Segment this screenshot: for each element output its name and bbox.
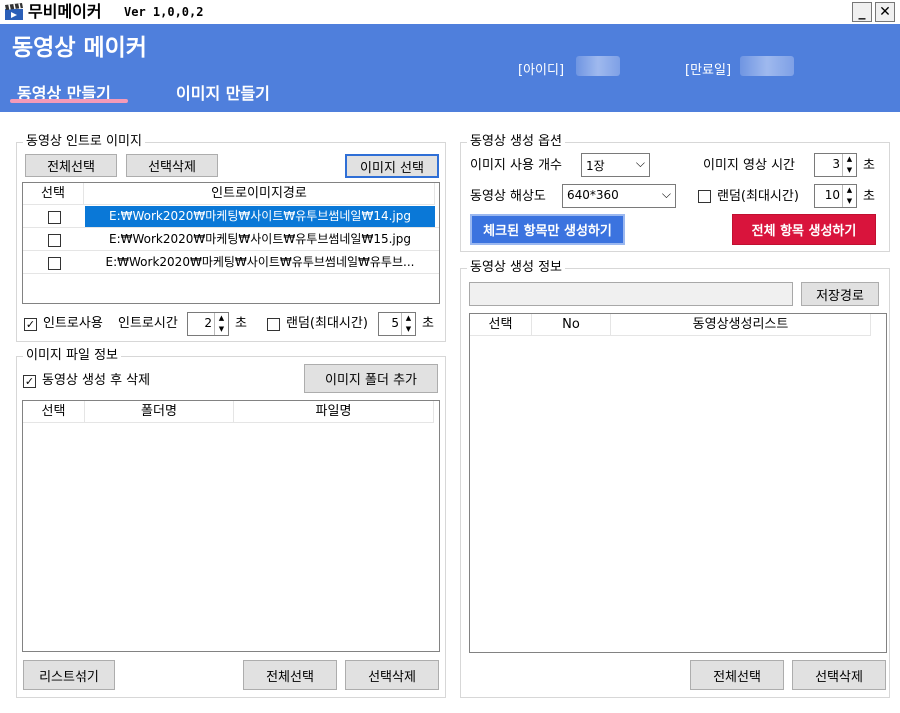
image-file-list[interactable]: 선택 폴더명 파일명 — [22, 400, 440, 652]
options-random-stepper[interactable]: 10 ▲ ▼ — [814, 184, 857, 208]
image-file-group-title: 이미지 파일 정보 — [23, 348, 121, 364]
select-image-button[interactable]: 이미지 선택 — [345, 154, 439, 178]
stepper-arrows-icon[interactable]: ▲ ▼ — [842, 154, 856, 176]
save-path-field[interactable] — [469, 282, 793, 306]
resolution-select[interactable]: 640*360 ⌵ — [562, 184, 676, 208]
info-delete-selected-button[interactable]: 선택삭제 — [792, 660, 886, 690]
save-path-button[interactable]: 저장경로 — [801, 282, 879, 306]
intro-select-all-button[interactable]: 전체선택 — [25, 154, 117, 177]
intro-time-value: 2 — [204, 316, 212, 330]
chevron-down-icon: ⌵ — [635, 156, 645, 170]
create-checked-button[interactable]: 체크된 항목만 생성하기 — [470, 214, 625, 245]
options-random-label: 랜덤(최대시간) — [717, 189, 799, 204]
column-header-select[interactable]: 선택 — [23, 183, 84, 205]
intro-random-stepper[interactable]: 5 ▲ ▼ — [378, 312, 416, 336]
minimize-button[interactable]: _ — [852, 2, 872, 22]
id-value-blurred — [576, 56, 620, 76]
video-create-list[interactable]: 선택 No 동영상생성리스트 — [469, 313, 887, 653]
intro-image-list[interactable]: 선택 인트로이미지경로 E:₩Work2020₩마케팅₩사이트₩유투브썸네일₩1… — [22, 182, 440, 304]
resolution-value: 640*360 — [567, 188, 619, 202]
options-group-title: 동영상 생성 옵션 — [467, 134, 565, 150]
column-header-folder[interactable]: 폴더명 — [85, 401, 234, 423]
app-header: 동영상 메이커 [아이디] [만료일] 동영상 만들기 이미지 만들기 — [0, 24, 900, 112]
delete-after-checkbox[interactable]: ✓ — [23, 375, 36, 388]
row-checkbox[interactable] — [48, 234, 61, 247]
column-header-select[interactable]: 선택 — [470, 314, 532, 336]
image-time-unit: 초 — [863, 158, 875, 173]
use-intro-label: 인트로사용 — [43, 316, 103, 331]
row-path: E:₩Work2020₩마케팅₩사이트₩유투브썸네일₩15.jpg — [108, 232, 411, 246]
shuffle-list-button[interactable]: 리스트섞기 — [23, 660, 115, 690]
create-all-button[interactable]: 전체 항목 생성하기 — [732, 214, 876, 245]
intro-delete-selected-button[interactable]: 선택삭제 — [126, 154, 218, 177]
add-image-folder-button[interactable]: 이미지 폴더 추가 — [304, 364, 438, 393]
column-header-select[interactable]: 선택 — [23, 401, 85, 423]
app-version: Ver 1,0,0,2 — [124, 5, 204, 19]
file-select-all-button[interactable]: 전체선택 — [243, 660, 337, 690]
table-row[interactable]: E:₩Work2020₩마케팅₩사이트₩유투브썸네일₩유투브... — [23, 252, 439, 274]
stepper-arrows-icon[interactable]: ▲ ▼ — [842, 185, 856, 207]
image-count-value: 1장 — [586, 159, 605, 173]
column-header-no[interactable]: No — [532, 314, 611, 336]
file-delete-selected-button[interactable]: 선택삭제 — [345, 660, 439, 690]
use-intro-checkbox[interactable]: ✓ — [24, 318, 37, 331]
expire-value-blurred — [740, 56, 794, 76]
intro-time-unit: 초 — [235, 316, 247, 331]
tab-make-image[interactable]: 이미지 만들기 — [176, 80, 270, 104]
intro-random-value: 5 — [391, 316, 399, 330]
app-title: 무비메이커 — [28, 2, 102, 21]
film-clapper-icon — [5, 3, 23, 20]
options-random-value: 10 — [824, 188, 840, 202]
column-header-video-list[interactable]: 동영상생성리스트 — [611, 314, 871, 336]
column-header-filename[interactable]: 파일명 — [234, 401, 434, 423]
active-tab-indicator — [10, 99, 128, 103]
image-time-stepper[interactable]: 3 ▲ ▼ — [814, 153, 857, 177]
image-time-label: 이미지 영상 시간 — [703, 158, 795, 173]
options-random-checkbox[interactable] — [698, 190, 711, 203]
intro-random-label: 랜덤(최대시간) — [286, 316, 368, 331]
row-path: E:₩Work2020₩마케팅₩사이트₩유투브썸네일₩14.jpg — [85, 206, 435, 227]
delete-after-label: 동영상 생성 후 삭제 — [42, 373, 151, 388]
intro-group-title: 동영상 인트로 이미지 — [23, 134, 145, 150]
intro-random-unit: 초 — [422, 316, 434, 331]
row-checkbox[interactable] — [48, 211, 61, 224]
intro-random-checkbox[interactable] — [267, 318, 280, 331]
options-random-unit: 초 — [863, 189, 875, 204]
resolution-label: 동영상 해상도 — [470, 189, 546, 204]
close-button[interactable]: ✕ — [875, 2, 895, 22]
info-group-title: 동영상 생성 정보 — [467, 260, 565, 276]
image-time-value: 3 — [832, 157, 840, 171]
id-label: [아이디] — [518, 63, 565, 78]
row-checkbox[interactable] — [48, 257, 61, 270]
intro-time-label: 인트로시간 — [118, 316, 178, 331]
table-row[interactable]: E:₩Work2020₩마케팅₩사이트₩유투브썸네일₩14.jpg — [23, 206, 439, 228]
row-path: E:₩Work2020₩마케팅₩사이트₩유투브썸네일₩유투브... — [105, 255, 415, 269]
image-count-select[interactable]: 1장 ⌵ — [581, 153, 650, 177]
header-title: 동영상 메이커 — [12, 35, 147, 61]
expire-label: [만료일] — [685, 63, 732, 78]
stepper-arrows-icon[interactable]: ▲ ▼ — [214, 313, 228, 335]
info-select-all-button[interactable]: 전체선택 — [690, 660, 784, 690]
column-header-intro-path[interactable]: 인트로이미지경로 — [84, 183, 435, 205]
stepper-arrows-icon[interactable]: ▲ ▼ — [401, 313, 415, 335]
chevron-down-icon: ⌵ — [661, 187, 671, 201]
intro-time-stepper[interactable]: 2 ▲ ▼ — [187, 312, 229, 336]
title-bar: 무비메이커 Ver 1,0,0,2 _ ✕ — [0, 0, 900, 24]
table-row[interactable]: E:₩Work2020₩마케팅₩사이트₩유투브썸네일₩15.jpg — [23, 229, 439, 251]
image-count-label: 이미지 사용 개수 — [470, 158, 562, 173]
